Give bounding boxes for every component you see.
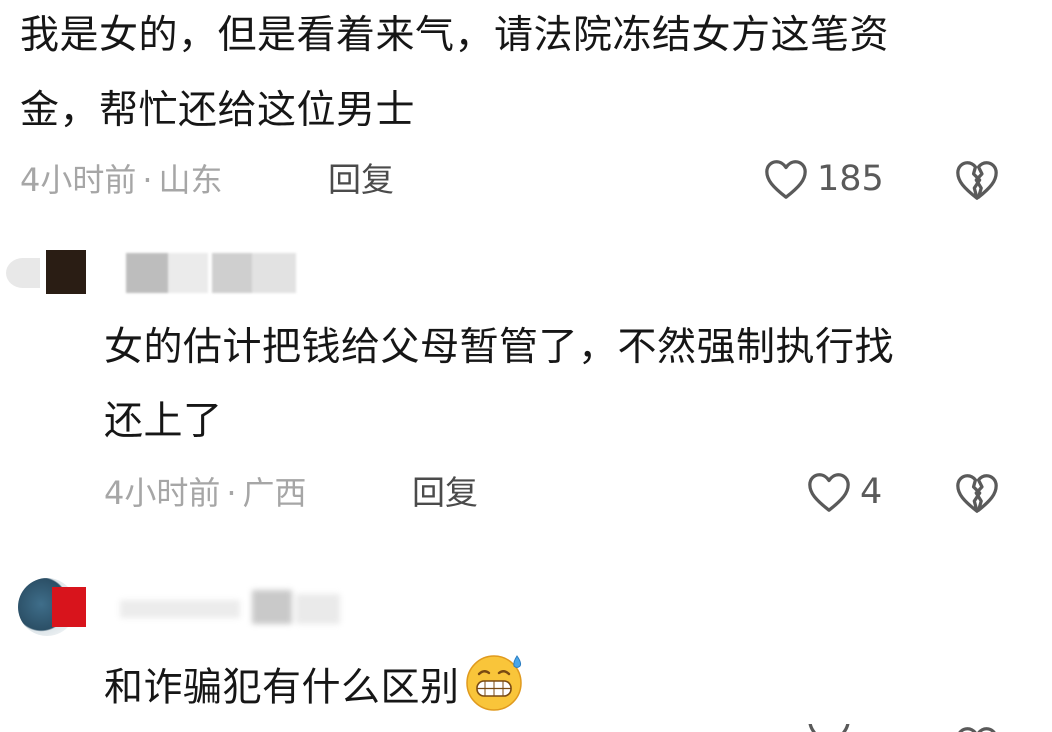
- username-redacted[interactable]: [126, 253, 296, 293]
- comment-3-text: 和诈骗犯有什么区别: [104, 650, 528, 730]
- broken-heart-icon: [956, 474, 998, 513]
- meta-separator: ·: [226, 474, 237, 512]
- comment-2-dislike-button[interactable]: [954, 471, 1000, 519]
- comment-2-text-line-1: 女的估计把钱给父母暂管了，不然强制执行找: [104, 325, 895, 370]
- comment-1-like-count: 185: [817, 159, 884, 199]
- broken-heart-icon: [956, 161, 998, 200]
- avatar[interactable]: [6, 250, 86, 294]
- heart-outline-icon: [765, 160, 807, 199]
- comment-2-meta: 4小时前 · 广西: [104, 473, 307, 513]
- comment-1-text-line-2: 金，帮忙还给这位男士: [20, 88, 416, 133]
- comment-3-text-content: 和诈骗犯有什么区别: [104, 665, 460, 711]
- comment-3-dislike-button[interactable]: [954, 724, 1000, 732]
- grinning-sweat-emoji-icon: [462, 650, 528, 730]
- comment-1-like-button[interactable]: 185: [763, 157, 884, 201]
- comment-1-meta: 4小时前 · 山东: [20, 160, 223, 200]
- heart-outline-icon: [808, 473, 850, 512]
- comment-1-text-line-1: 我是女的，但是看着来气，请法院冻结女方这笔资: [20, 13, 890, 58]
- avatar[interactable]: [18, 578, 86, 636]
- comment-3-like-button[interactable]: [806, 724, 852, 732]
- comment-2-like-button[interactable]: 4: [806, 470, 882, 514]
- comment-1-reply-button[interactable]: 回复: [328, 160, 394, 200]
- heart-outline-icon: [808, 724, 850, 732]
- comment-2-like-count: 4: [860, 472, 883, 512]
- comment-2-location: 广西: [242, 474, 307, 512]
- comment-1-time: 4小时前: [20, 161, 137, 199]
- username-redacted[interactable]: [120, 590, 340, 626]
- comment-1-dislike-button[interactable]: [954, 158, 1000, 206]
- comment-2-reply-button[interactable]: 回复: [412, 473, 478, 513]
- comment-2-text-line-2: 还上了: [104, 399, 223, 444]
- comment-1-location: 山东: [158, 161, 223, 199]
- meta-separator: ·: [142, 161, 153, 199]
- comment-2-time: 4小时前: [104, 474, 221, 512]
- broken-heart-icon: [958, 727, 996, 732]
